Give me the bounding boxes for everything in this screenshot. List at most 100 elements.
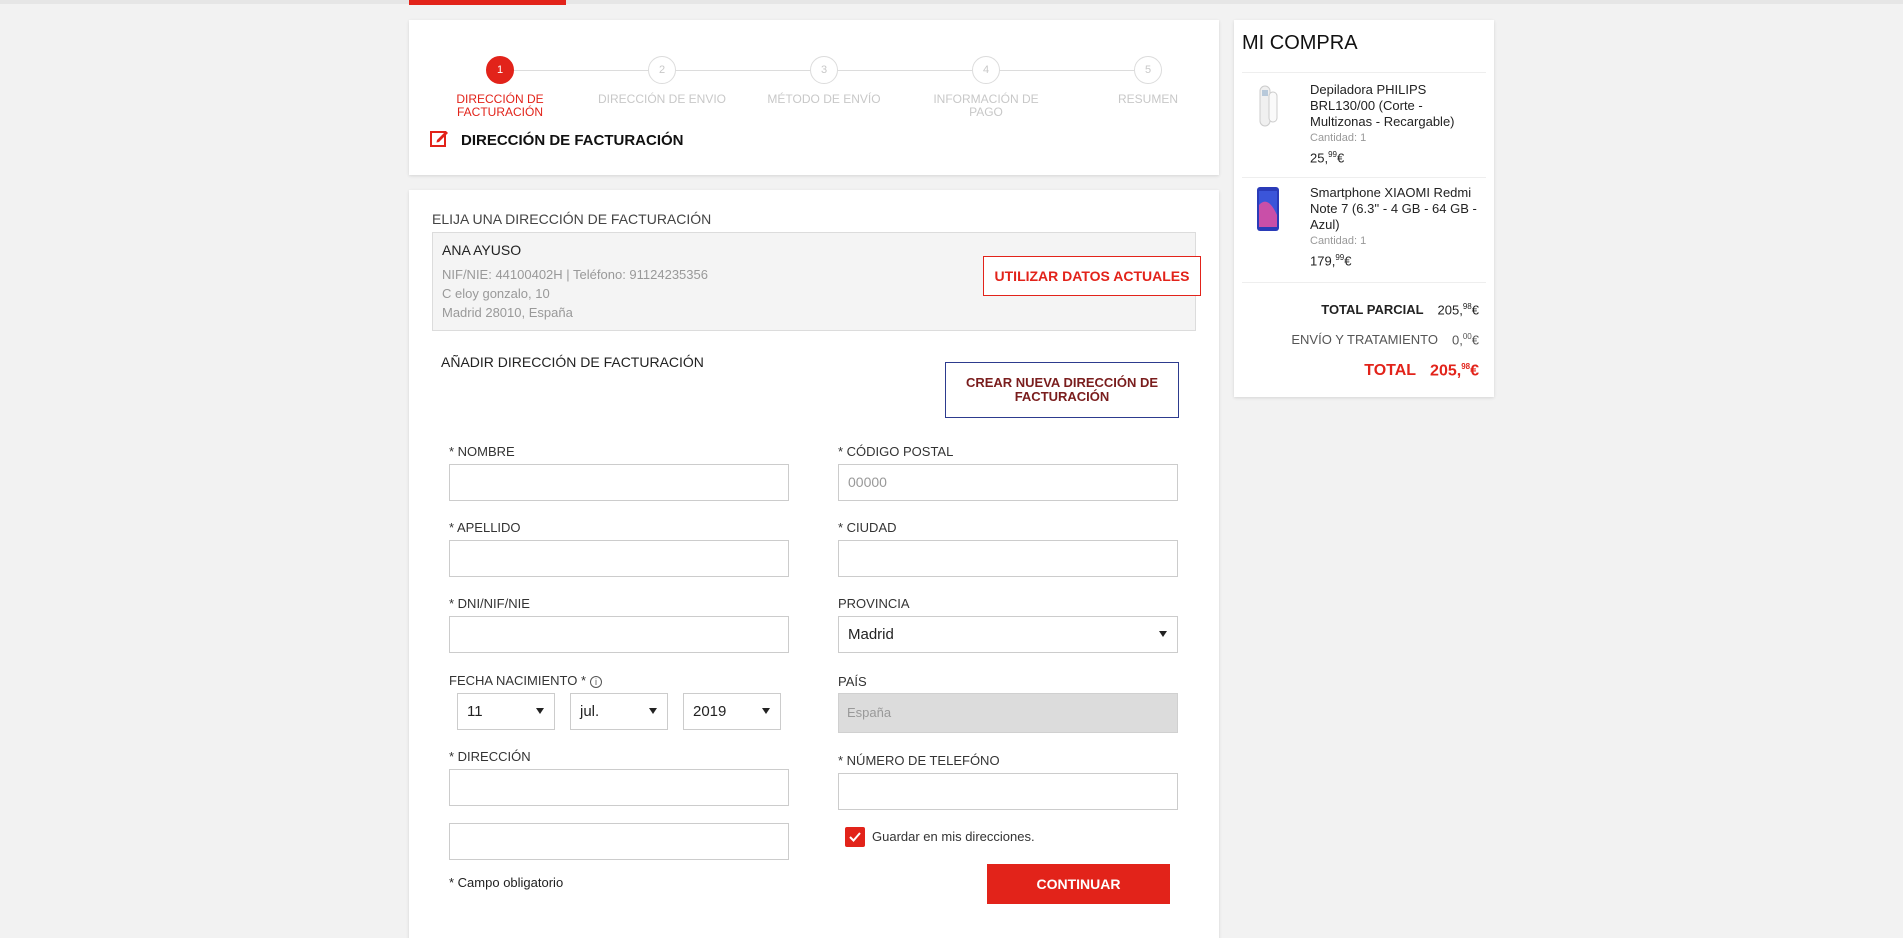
birth-day-select[interactable]: 11 [457,693,555,730]
total-dec: 98 [1461,362,1471,371]
chevron-down-icon [762,708,770,714]
shipping-dec: 00 [1462,332,1472,341]
divider [1242,177,1486,178]
nombre-label: * NOMBRE [449,444,515,459]
total-value: 205,98€ [1430,362,1479,380]
product-quantity: Cantidad: 1 [1310,132,1367,144]
product-name[interactable]: Depiladora PHILIPS BRL130/00 (Corte - Mu… [1310,82,1488,130]
smartphone-image [1252,185,1282,235]
continue-button[interactable]: CONTINUAR [987,864,1170,904]
step-number: 3 [810,56,838,84]
saved-address-card[interactable]: ANA AYUSO NIF/NIE: 44100402H | Teléfono:… [432,232,1201,331]
create-new-address-button[interactable]: CREAR NUEVA DIRECCIÓN DE FACTURACIÓN [945,362,1179,418]
shipping-int: 0, [1452,332,1463,348]
product-price: 179,99€ [1310,253,1351,268]
step-label: DIRECCIÓN DE ENVIO [597,92,726,106]
step-2[interactable]: 2 DIRECCIÓN DE ENVIO [592,56,732,106]
step-3[interactable]: 3 MÉTODO DE ENVÍO [754,56,894,106]
saved-address-city: Madrid 28010, España [442,305,573,320]
cart-item[interactable]: Smartphone XIAOMI Redmi Note 7 (6.3'' - … [1242,185,1486,280]
subtotal-dec: 98 [1462,302,1472,311]
shipping-row: ENVÍO Y TRATAMIENTO 0,00€ [1291,332,1479,347]
epilator-image [1252,82,1282,132]
chevron-down-icon [649,708,657,714]
divider [1242,72,1486,73]
save-address-checkbox[interactable] [845,827,865,847]
direccion-line2-input[interactable] [449,823,789,860]
step-label: MÉTODO DE ENVÍO [767,92,881,106]
currency: € [1471,332,1479,348]
birth-year-value: 2019 [693,703,727,720]
pais-label: PAÍS [838,674,867,689]
dni-input[interactable] [449,616,789,653]
subtotal-row: TOTAL PARCIAL 205,98€ [1321,302,1479,317]
step-1[interactable]: 1 DIRECCIÓN DE FACTURACIÓN [430,56,570,119]
birth-day-value: 11 [467,703,483,720]
product-quantity: Cantidad: 1 [1310,235,1367,247]
cart-item[interactable]: Depiladora PHILIPS BRL130/00 (Corte - Mu… [1242,82,1486,177]
product-price: 25,99€ [1310,150,1344,165]
pais-input: España [838,693,1178,733]
summary-title: MI COMPRA [1242,32,1358,54]
dni-label: * DNI/NIF/NIE [449,596,530,611]
info-icon[interactable]: i [590,675,603,688]
chevron-down-icon [536,708,544,714]
chevron-down-icon [1159,631,1167,637]
shipping-value: 0,00€ [1452,332,1479,347]
telefono-input[interactable] [838,773,1178,810]
divider [1242,282,1486,283]
save-address-label[interactable]: Guardar en mis direcciones. [872,829,1035,844]
use-current-data-button[interactable]: UTILIZAR DATOS ACTUALES [983,256,1201,296]
price-int: 179, [1310,253,1336,269]
birth-month-value: jul. [580,703,600,720]
direccion-label: * DIRECCIÓN [449,749,531,764]
currency: € [1470,362,1479,380]
add-address-label: AÑADIR DIRECCIÓN DE FACTURACIÓN [441,354,704,370]
checkout-stepper: 1 DIRECCIÓN DE FACTURACIÓN 2 DIRECCIÓN D… [439,38,1189,133]
section-title: DIRECCIÓN DE FACTURACIÓN [461,132,684,149]
birth-month-select[interactable]: jul. [570,693,668,730]
apellido-label: * APELLIDO [449,520,521,535]
shipping-label: ENVÍO Y TRATAMIENTO [1291,332,1439,348]
birthdate-label-text: FECHA NACIMIENTO * [449,673,587,688]
checkmark-icon [849,832,861,842]
birth-year-select[interactable]: 2019 [683,693,781,730]
codigo-postal-input[interactable]: 00000 [838,464,1178,501]
total-row: TOTAL 205,98€ [1364,362,1479,380]
birthdate-label: FECHA NACIMIENTO * i [449,673,603,688]
step-number: 1 [486,56,514,84]
step-5[interactable]: 5 RESUMEN [1078,56,1218,106]
step-number: 4 [972,56,1000,84]
required-note: * Campo obligatorio [449,875,564,890]
saved-address-street: C eloy gonzalo, 10 [442,286,550,301]
product-name[interactable]: Smartphone XIAOMI Redmi Note 7 (6.3'' - … [1310,185,1488,233]
provincia-value: Madrid [848,626,894,643]
choose-address-label: ELIJA UNA DIRECCIÓN DE FACTURACIÓN [432,211,712,227]
edit-icon [429,127,451,154]
apellido-input[interactable] [449,540,789,577]
billing-form-card: ELIJA UNA DIRECCIÓN DE FACTURACIÓN ANA A… [409,190,1219,938]
ciudad-input[interactable] [838,540,1178,577]
price-dec: 99 [1335,253,1345,262]
total-int: 205, [1430,362,1462,380]
step-label: RESUMEN [1117,92,1178,106]
step-4[interactable]: 4 INFORMACIÓN DE PAGO [916,56,1056,119]
page-progress-fill [409,0,566,5]
price-dec: 99 [1328,150,1337,159]
telefono-label: * NÚMERO DE TELEFÓNO [838,753,1000,768]
ciudad-label: * CIUDAD [838,520,897,535]
direccion-input[interactable] [449,769,789,806]
currency: € [1471,302,1479,318]
step-label: INFORMACIÓN DE PAGO [933,92,1039,119]
provincia-select[interactable]: Madrid [838,616,1178,653]
checkout-steps-card: 1 DIRECCIÓN DE FACTURACIÓN 2 DIRECCIÓN D… [409,20,1219,175]
provincia-label: PROVINCIA [838,596,910,611]
total-label: TOTAL [1364,362,1417,380]
currency: € [1344,253,1352,269]
saved-address-name: ANA AYUSO [442,242,522,258]
currency: € [1336,150,1345,166]
step-label: DIRECCIÓN DE FACTURACIÓN [456,92,544,119]
saved-address-ids: NIF/NIE: 44100402H | Teléfono: 911242353… [442,267,708,282]
page-top-progress [0,0,1903,5]
nombre-input[interactable] [449,464,789,501]
